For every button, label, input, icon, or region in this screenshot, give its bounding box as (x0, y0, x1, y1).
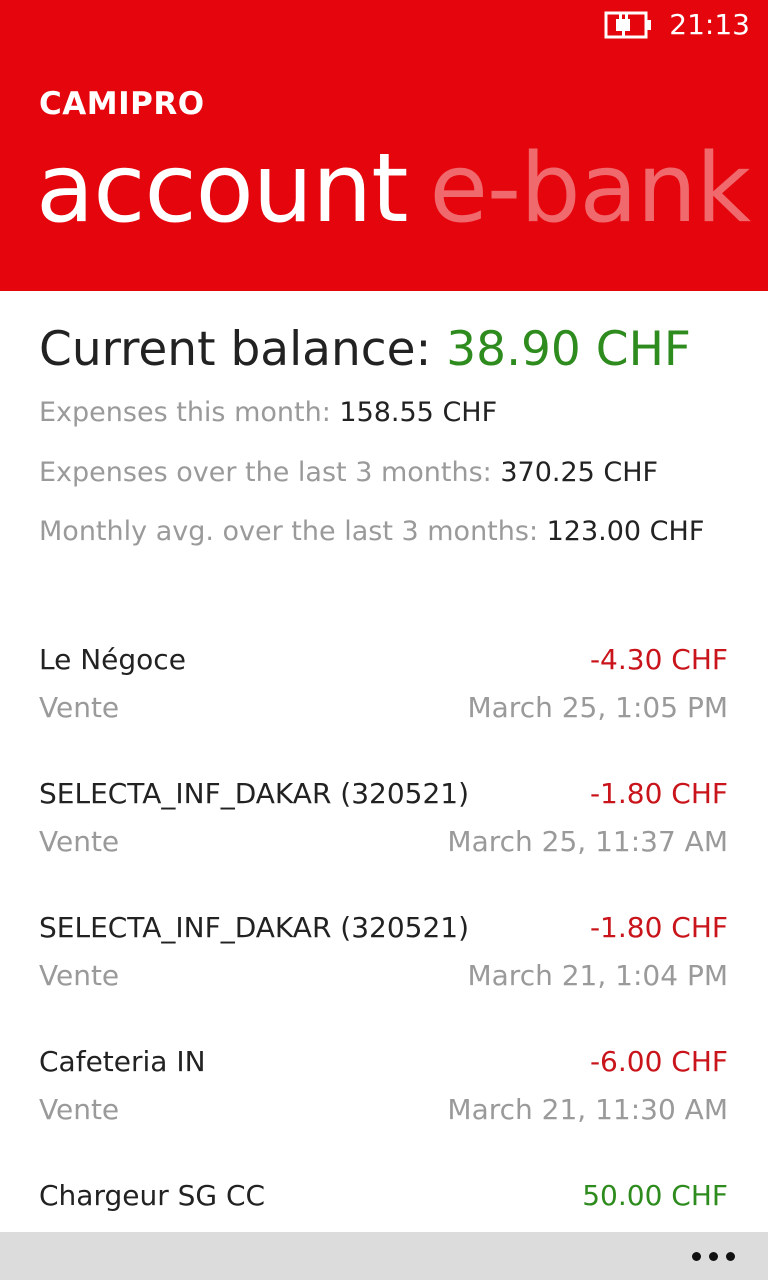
status-time: 21:13 (669, 8, 750, 41)
transaction-amount: -4.30 CHF (589, 643, 728, 676)
stat-value: 370.25 CHF (500, 457, 659, 488)
pivot-header: account e-bank (36, 142, 751, 237)
transaction-type: Vente (39, 691, 120, 724)
stat-label: Expenses this month: (39, 397, 340, 428)
transaction-date: March 25, 1:05 PM (467, 691, 728, 724)
header: CAMIPRO account e-bank (0, 52, 768, 291)
transaction-name: Cafeteria IN (39, 1045, 206, 1078)
pivot-item-account[interactable]: account (36, 134, 408, 244)
stat-expenses-3-months: Expenses over the last 3 months: 370.25 … (39, 457, 658, 488)
dot (726, 1252, 735, 1261)
transaction-name: SELECTA_INF_DAKAR (320521) (39, 911, 470, 944)
ellipsis-icon[interactable] (688, 1246, 738, 1266)
stat-monthly-avg: Monthly avg. over the last 3 months: 123… (39, 516, 704, 547)
transaction-amount: -1.80 CHF (589, 777, 728, 810)
transaction-amount: -1.80 CHF (589, 911, 728, 944)
transaction-name: SELECTA_INF_DAKAR (320521) (39, 777, 470, 810)
balance-label: Current balance: (39, 322, 447, 377)
transaction-amount: -6.00 CHF (589, 1045, 728, 1078)
transaction-name: Le Négoce (39, 643, 186, 676)
transaction-date: March 25, 11:37 AM (447, 825, 728, 858)
dot (692, 1252, 701, 1261)
transaction-type: Vente (39, 825, 120, 858)
transaction-name: Chargeur SG CC (39, 1179, 266, 1212)
transaction-type: Vente (39, 959, 120, 992)
status-bar: 21:13 (0, 0, 768, 52)
battery-charging-icon (604, 11, 651, 39)
balance-value: 38.90 CHF (446, 322, 691, 377)
stat-label: Monthly avg. over the last 3 months: (39, 516, 547, 547)
transaction-amount: 50.00 CHF (582, 1179, 728, 1212)
stat-value: 123.00 CHF (546, 516, 705, 547)
current-balance: Current balance: 38.90 CHF (39, 322, 691, 377)
app-bar (0, 1232, 768, 1280)
dot (709, 1252, 718, 1261)
app-title: CAMIPRO (39, 86, 205, 122)
transaction-date: March 21, 11:30 AM (447, 1093, 728, 1126)
transaction-date: March 21, 1:04 PM (467, 959, 728, 992)
stat-value: 158.55 CHF (339, 397, 498, 428)
pivot-item-e-bank[interactable]: e-bank (429, 134, 750, 244)
stat-label: Expenses over the last 3 months: (39, 457, 501, 488)
stat-expenses-month: Expenses this month: 158.55 CHF (39, 397, 497, 428)
transaction-type: Vente (39, 1093, 120, 1126)
